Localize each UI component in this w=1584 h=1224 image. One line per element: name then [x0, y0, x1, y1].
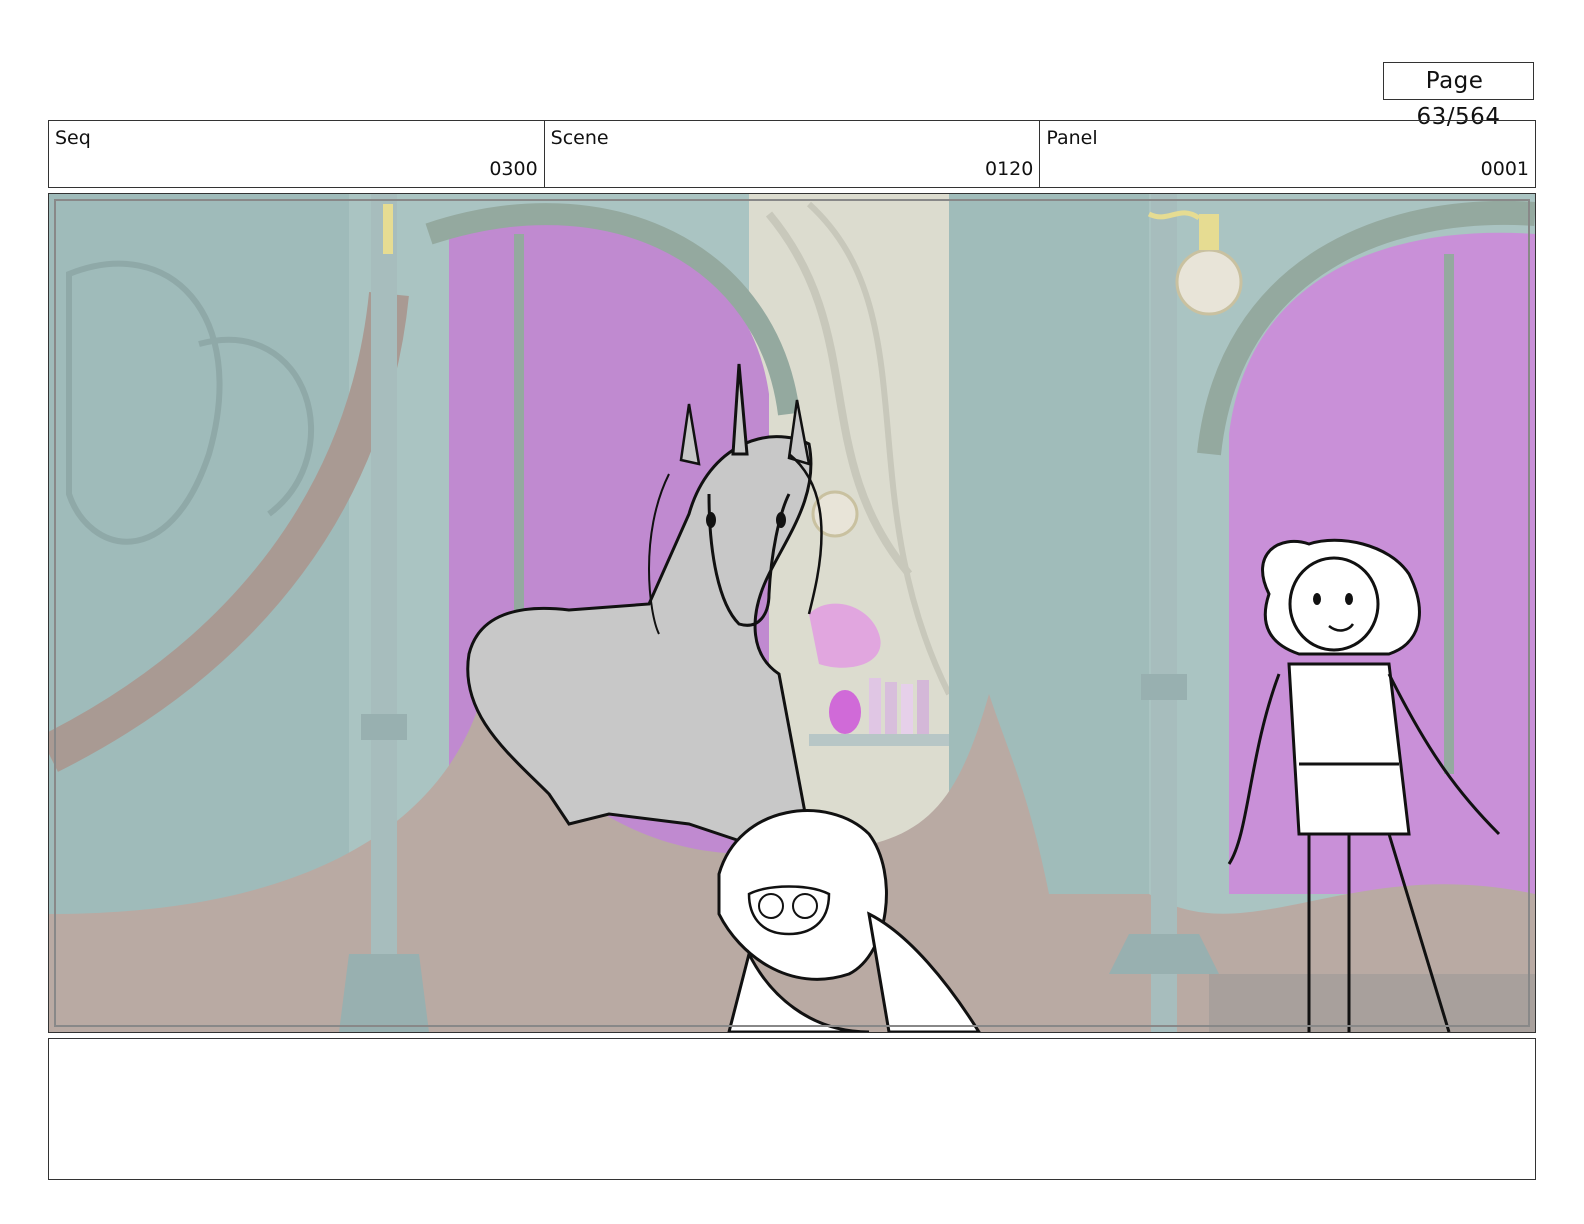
storyboard-frame [48, 193, 1536, 1033]
page-label: Page [1425, 68, 1484, 94]
scene-label: Scene [550, 127, 609, 149]
notes-box [48, 1038, 1536, 1180]
seq-cell: Seq 0300 [49, 121, 545, 187]
storyboard-artwork [49, 194, 1535, 1032]
panel-cell: Panel 0001 [1040, 121, 1535, 187]
seq-value: 0300 [489, 158, 538, 180]
panel-value: 0001 [1480, 158, 1530, 180]
scene-cell: Scene 0120 [545, 121, 1041, 187]
seq-label: Seq [55, 127, 91, 149]
panel-label: Panel [1046, 127, 1098, 149]
page-number-box: Page 63/564 [1383, 62, 1534, 130]
scene-value: 0120 [984, 158, 1034, 180]
panel-header: Seq 0300 Scene 0120 Panel 0001 [48, 120, 1536, 188]
